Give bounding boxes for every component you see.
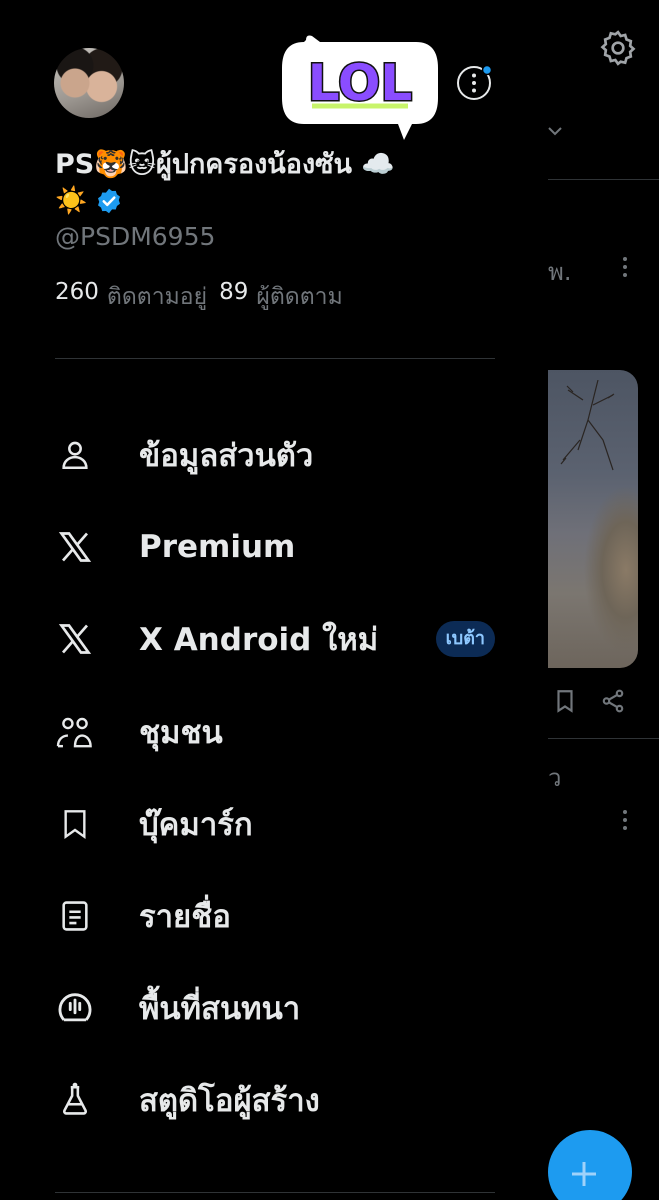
menu-label: Premium bbox=[139, 529, 296, 565]
menu-item-premium[interactable]: Premium bbox=[55, 515, 495, 579]
menu-item-communities[interactable]: ชุมชน bbox=[55, 700, 495, 764]
timeline-snippet-2: ว bbox=[548, 764, 562, 792]
post-more-icon[interactable] bbox=[622, 257, 628, 281]
menu-label: สตูดิโอผู้สร้าง bbox=[139, 1083, 320, 1119]
beta-badge: เบต้า bbox=[435, 621, 495, 657]
display-name[interactable]: PS🐯🐱ผู้ปกครองน้องซัน ☁️ bbox=[55, 146, 495, 184]
sun-emoji: ☀️ bbox=[55, 186, 88, 216]
menu-item-spaces[interactable]: พื้นที่สนทนา bbox=[55, 976, 495, 1040]
verified-badge-icon[interactable] bbox=[95, 187, 123, 215]
person-icon bbox=[55, 435, 95, 475]
bookmark-icon bbox=[55, 804, 95, 844]
following-label: ติดตามอยู่ bbox=[106, 284, 208, 310]
post-media-image[interactable] bbox=[548, 370, 638, 668]
plus-icon bbox=[572, 1162, 596, 1186]
menu-item-x-android[interactable]: X Android ใหม่ เบต้า bbox=[55, 607, 495, 671]
followers-count: 89 bbox=[219, 279, 249, 305]
followers-link[interactable]: 89 ผู้ติดตาม bbox=[219, 279, 343, 315]
share-icon[interactable] bbox=[600, 688, 626, 714]
user-handle: @PSDM6955 bbox=[55, 222, 216, 251]
menu-label: รายชื่อ bbox=[139, 899, 231, 935]
menu-item-bookmarks[interactable]: บุ๊คมาร์ก bbox=[55, 792, 495, 856]
menu-label: X Android ใหม่ bbox=[139, 622, 379, 658]
creator-studio-icon bbox=[55, 1080, 95, 1120]
chevron-down-icon[interactable] bbox=[548, 124, 562, 138]
settings-gear-icon[interactable] bbox=[598, 28, 638, 68]
menu-item-creator-studio[interactable]: สตูดิโอผู้สร้าง bbox=[55, 1068, 495, 1132]
bookmark-action-icon[interactable] bbox=[552, 688, 578, 714]
post-more-icon-2[interactable] bbox=[622, 810, 628, 834]
side-drawer: LOL PS🐯🐱ผู้ปกครองน้องซัน ☁️ ☀️ @PSDM6955… bbox=[0, 0, 548, 1200]
timeline-post-divider bbox=[548, 738, 659, 739]
display-name-line2: ☀️ bbox=[55, 184, 123, 218]
timeline-tab-divider bbox=[548, 179, 659, 180]
menu-label: พื้นที่สนทนา bbox=[139, 991, 301, 1027]
menu-label: ชุมชน bbox=[139, 715, 223, 751]
profile-divider bbox=[55, 358, 495, 359]
x-logo-icon bbox=[55, 619, 95, 659]
menu-item-profile[interactable]: ข้อมูลส่วนตัว bbox=[55, 423, 495, 487]
avatar[interactable] bbox=[54, 48, 124, 118]
spaces-icon bbox=[55, 988, 95, 1028]
communities-icon bbox=[55, 712, 95, 752]
list-icon bbox=[55, 896, 95, 936]
x-logo-icon bbox=[55, 527, 95, 567]
timeline-snippet-1: พ. bbox=[548, 258, 572, 286]
sticker-text: LOL bbox=[308, 54, 412, 112]
follow-stats: 260 ติดตามอยู่ 89 ผู้ติดตาม bbox=[55, 279, 343, 315]
app-screen: พ. ว LOL PS🐯🐱ผู้ปกครองน้องซัน ☁️ ☀️ @PSD… bbox=[0, 0, 659, 1200]
menu-label: ข้อมูลส่วนตัว bbox=[139, 438, 314, 474]
more-options-icon[interactable] bbox=[455, 64, 493, 102]
followers-label: ผู้ติดตาม bbox=[256, 284, 343, 310]
menu-label: บุ๊คมาร์ก bbox=[139, 807, 253, 843]
following-count: 260 bbox=[55, 279, 99, 305]
following-link[interactable]: 260 ติดตามอยู่ bbox=[55, 279, 207, 315]
lol-sticker-image[interactable]: LOL bbox=[276, 28, 444, 144]
menu-item-lists[interactable]: รายชื่อ bbox=[55, 884, 495, 948]
menu-bottom-divider bbox=[55, 1192, 495, 1193]
